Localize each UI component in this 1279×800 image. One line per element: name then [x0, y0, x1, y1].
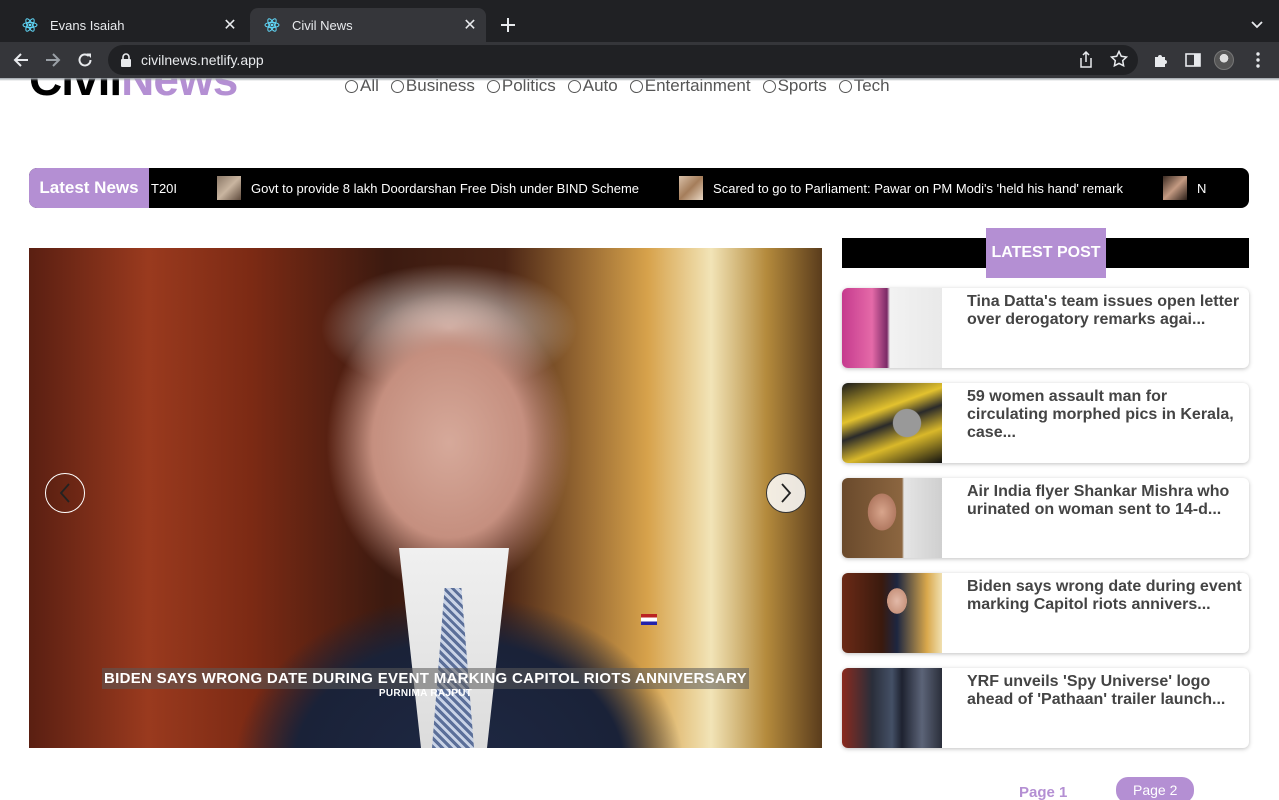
reload-icon[interactable] [71, 46, 99, 74]
hero-carousel[interactable]: BIDEN SAYS WRONG DATE DURING EVENT MARKI… [29, 248, 822, 748]
radio-button[interactable] [567, 79, 581, 93]
radio-button[interactable] [345, 79, 358, 93]
ticker-thumbnail [1162, 176, 1187, 200]
latest-news-ticker: T20I Govt to provide 8 lakh Doordarshan … [29, 168, 1249, 208]
logo-part-news: News [121, 78, 238, 105]
carousel-next-button[interactable] [766, 473, 806, 513]
browser-toolbar: civilnews.netlify.app [0, 42, 1279, 78]
side-panel-icon[interactable] [1181, 48, 1205, 72]
chevron-right-icon [781, 483, 792, 503]
share-icon[interactable] [1078, 50, 1094, 74]
ticker-item[interactable]: N [1162, 176, 1207, 200]
ticker-item[interactable]: T20I [151, 181, 177, 196]
ticker-thumbnail [679, 176, 704, 200]
react-icon [264, 17, 280, 33]
latest-post-card[interactable]: Air India flyer Shankar Mishra who urina… [842, 478, 1249, 558]
ticker-item[interactable]: Govt to provide 8 lakh Doordarshan Free … [217, 176, 639, 200]
post-title: 59 women assault man for circulating mor… [967, 388, 1234, 441]
extensions-puzzle-icon[interactable] [1149, 48, 1173, 72]
post-title: YRF unveils 'Spy Universe' logo ahead of… [967, 673, 1226, 708]
ticker-item[interactable]: Scared to go to Parliament: Pawar on PM … [679, 176, 1123, 200]
ticker-item-text: T20I [151, 180, 178, 196]
tab-title: Evans Isaiah [50, 17, 125, 33]
hero-title[interactable]: BIDEN SAYS WRONG DATE DURING EVENT MARKI… [102, 668, 749, 689]
logo-part-civil: Civil [29, 78, 122, 105]
web-page: CivilNews All Business Politics Auto Ent… [0, 78, 1279, 800]
close-tab-icon[interactable]: ✕ [218, 13, 242, 37]
browser-tab-civil-news[interactable]: Civil News ✕ [250, 8, 486, 42]
back-arrow-icon[interactable] [7, 46, 35, 74]
lock-icon [120, 53, 132, 67]
hero-caption: BIDEN SAYS WRONG DATE DURING EVENT MARKI… [29, 668, 822, 699]
ticker-item-text: Govt to provide 8 lakh Doordarshan Free … [251, 180, 640, 196]
page-2-button[interactable]: Page 2 [1116, 777, 1195, 800]
profile-avatar[interactable] [1214, 50, 1234, 70]
page-1-button[interactable]: Page 1 [1019, 784, 1067, 800]
post-thumbnail [842, 478, 942, 558]
post-thumbnail [842, 288, 942, 368]
post-title: Air India flyer Shankar Mishra who urina… [967, 483, 1230, 518]
toolbar-shadow [0, 78, 1279, 81]
latest-post-header: LATEST POST [842, 228, 1249, 278]
radio-button[interactable] [390, 79, 404, 93]
post-thumbnail [842, 383, 942, 463]
latest-post-heading: LATEST POST [986, 228, 1106, 278]
bookmark-star-icon[interactable] [1109, 49, 1129, 73]
address-bar[interactable]: civilnews.netlify.app [108, 45, 1138, 75]
close-tab-icon[interactable]: ✕ [458, 13, 482, 37]
hero-author: PURNIMA RAJPUT [378, 688, 473, 699]
latest-post-card[interactable]: Tina Datta's team issues open letter ove… [842, 288, 1249, 368]
react-icon [22, 17, 38, 33]
forward-arrow-icon[interactable] [39, 46, 67, 74]
browser-tab-strip: Evans Isaiah ✕ Civil News ✕ [0, 0, 1279, 42]
chevron-left-icon [59, 483, 70, 503]
ticker-thumbnail [217, 176, 242, 200]
ticker-item-text: N [1196, 180, 1207, 196]
carousel-prev-button[interactable] [45, 473, 85, 513]
site-logo[interactable]: CivilNews [29, 78, 238, 106]
flag-pin [641, 614, 657, 625]
latest-post-card[interactable]: 59 women assault man for circulating mor… [842, 383, 1249, 463]
ticker-item-text: Scared to go to Parliament: Pawar on PM … [713, 180, 1123, 196]
post-thumbnail [842, 573, 942, 653]
radio-button[interactable] [629, 79, 643, 93]
url-text: civilnews.netlify.app [141, 52, 264, 68]
radio-button[interactable] [838, 79, 852, 93]
browser-tab-evans-isaiah[interactable]: Evans Isaiah ✕ [8, 8, 246, 42]
latest-post-card[interactable]: Biden says wrong date during event marki… [842, 573, 1249, 653]
new-tab-icon[interactable] [495, 12, 521, 38]
latest-post-card[interactable]: YRF unveils 'Spy Universe' logo ahead of… [842, 668, 1249, 748]
ticker-label: Latest News [29, 168, 149, 208]
radio-button[interactable] [486, 79, 500, 93]
post-title: Biden says wrong date during event marki… [967, 578, 1242, 613]
post-title: Tina Datta's team issues open letter ove… [967, 293, 1240, 328]
post-thumbnail [842, 668, 942, 748]
chevron-down-icon[interactable] [1244, 12, 1270, 38]
tab-title: Civil News [292, 17, 353, 33]
more-menu-icon[interactable] [1246, 48, 1270, 72]
ticker-track: T20I Govt to provide 8 lakh Doordarshan … [151, 168, 1246, 208]
radio-button[interactable] [762, 79, 776, 93]
